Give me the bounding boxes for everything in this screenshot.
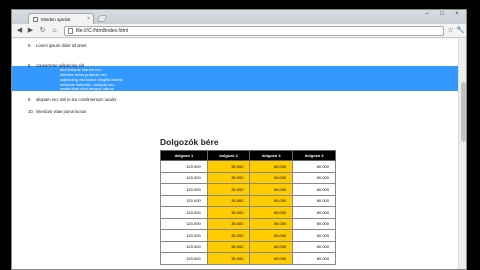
back-icon[interactable]: ◀ <box>15 26 24 36</box>
table-cell: 35.000 <box>206 206 251 219</box>
home-icon[interactable]: ⌂ <box>50 26 59 36</box>
salary-table: dolgozó 1 dolgozó 2 dolgozó 3 dolgozó 4 … <box>160 150 336 265</box>
table-row: 120.000 35.000 65.000 80.000 <box>160 194 336 207</box>
table-heading: Dolgozók bére <box>160 137 219 147</box>
close-window-icon[interactable]: × <box>450 11 464 17</box>
table-cell: 35.000 <box>206 160 251 173</box>
table-cell: 35.000 <box>206 171 251 184</box>
table-cell: 120.000 <box>160 194 208 207</box>
table-row: 120.000 35.000 65.000 80.000 <box>160 217 336 230</box>
list-item: 6. Lorem ipsum dolor sit amet <box>28 43 87 48</box>
toolbar: ◀ ▶ ↻ ⌂ file:///C:/html/index.html ☆ 🔧 <box>12 24 466 38</box>
table-row: 120.000 35.000 65.000 80.000 <box>160 206 336 219</box>
table-cell: 120.000 <box>160 206 208 219</box>
table-cell: 65.000 <box>249 206 294 219</box>
table-cell: 65.000 <box>249 171 294 184</box>
column-header: dolgozó 2 <box>206 150 251 161</box>
table-cell: 80.000 <box>292 171 336 184</box>
page-icon <box>68 28 73 34</box>
address-bar[interactable]: file:///C:/html/index.html <box>64 26 444 36</box>
minimize-icon[interactable]: – <box>420 11 434 17</box>
page-content: 6. Lorem ipsum dolor sit amet 8. consectet… <box>12 39 458 269</box>
list-item: 9. aliquam nec nisl in leo condimentum ia… <box>28 97 117 102</box>
table-cell: 80.000 <box>292 229 336 242</box>
table-row: 120.000 35.000 65.000 80.000 <box>160 240 336 253</box>
table-row: 120.000 35.000 65.000 80.000 <box>160 183 336 196</box>
reload-icon[interactable]: ↻ <box>38 26 47 36</box>
table-cell: 80.000 <box>292 252 336 265</box>
maximize-icon[interactable]: □ <box>435 11 449 17</box>
table-cell: 35.000 <box>206 217 251 230</box>
table-row: 120.000 35.000 65.000 80.000 <box>160 252 336 265</box>
sub-list-item: vestibulum nibh tempor rutrum <box>60 86 115 91</box>
table-cell: 35.000 <box>206 229 251 242</box>
table-cell: 65.000 <box>249 240 294 253</box>
table-cell: 120.000 <box>160 229 208 242</box>
table-cell: 80.000 <box>292 206 336 219</box>
table-cell: 80.000 <box>292 160 336 173</box>
table-row: 120.000 35.000 65.000 80.000 <box>160 229 336 242</box>
table-cell: 80.000 <box>292 217 336 230</box>
address-url: file:///C:/html/index.html <box>76 28 128 34</box>
table-cell: 35.000 <box>206 194 251 207</box>
table-cell: 35.000 <box>206 240 251 253</box>
table-cell: 65.000 <box>249 217 294 230</box>
browser-window: Minden ajanlat × – □ × ◀ ▶ ↻ ⌂ file:///C… <box>11 9 467 270</box>
table-cell: 120.000 <box>160 171 208 184</box>
page-favicon-icon <box>33 16 38 22</box>
table-cell: 80.000 <box>292 240 336 253</box>
column-header: dolgozó 1 <box>160 150 208 161</box>
table-cell: 65.000 <box>249 194 294 207</box>
title-bar: Minden ajanlat × – □ × <box>12 10 466 24</box>
column-header: dolgozó 4 <box>292 150 336 161</box>
new-tab-button[interactable] <box>96 15 108 22</box>
scrollbar-thumb[interactable] <box>461 82 466 142</box>
browser-tab[interactable]: Minden ajanlat × <box>28 13 94 24</box>
table-header-row: dolgozó 1 dolgozó 2 dolgozó 3 dolgozó 4 <box>160 150 336 161</box>
tab-close-icon[interactable]: × <box>87 16 93 22</box>
table-cell: 120.000 <box>160 252 208 265</box>
table-cell: 120.000 <box>160 183 208 196</box>
table-cell: 65.000 <box>249 252 294 265</box>
tab-title: Minden ajanlat <box>41 16 71 22</box>
table-cell: 35.000 <box>206 252 251 265</box>
list-item: 10. interdum vitae purus luctus <box>28 109 87 114</box>
table-row: 120.000 35.000 65.000 80.000 <box>160 160 336 173</box>
forward-icon[interactable]: ▶ <box>26 26 35 36</box>
table-cell: 120.000 <box>160 240 208 253</box>
star-icon[interactable]: ☆ <box>446 26 455 36</box>
vertical-scrollbar[interactable] <box>458 39 466 269</box>
table-cell: 65.000 <box>249 229 294 242</box>
table-cell: 120.000 <box>160 217 208 230</box>
wrench-icon[interactable]: 🔧 <box>456 26 465 36</box>
column-header: dolgozó 3 <box>249 150 294 161</box>
table-cell: 35.000 <box>206 183 251 196</box>
table-cell: 65.000 <box>249 160 294 173</box>
table-cell: 80.000 <box>292 194 336 207</box>
table-cell: 120.000 <box>160 160 208 173</box>
table-cell: 65.000 <box>249 183 294 196</box>
table-row: 120.000 35.000 65.000 80.000 <box>160 171 336 184</box>
table-cell: 80.000 <box>292 183 336 196</box>
